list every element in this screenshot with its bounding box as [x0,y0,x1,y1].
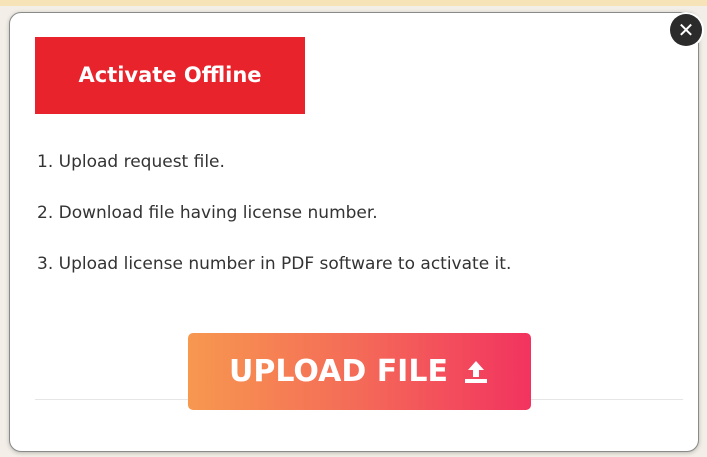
steps-list: 1. Upload request file. 2. Download file… [37,151,511,304]
step-item: 2. Download file having license number. [37,203,378,223]
upload-icon [462,358,490,386]
upload-file-label: UPLOAD FILE [229,354,448,389]
close-icon[interactable]: ✕ [670,14,702,46]
activate-offline-dialog: Activate Offline 1. Upload request file.… [9,12,699,452]
dialog-title: Activate Offline [35,37,305,114]
step-item: 3. Upload license number in PDF software… [37,254,512,274]
backdrop-top-strip [0,0,707,6]
upload-file-button[interactable]: UPLOAD FILE [188,333,531,410]
step-item: 1. Upload request file. [37,152,225,172]
